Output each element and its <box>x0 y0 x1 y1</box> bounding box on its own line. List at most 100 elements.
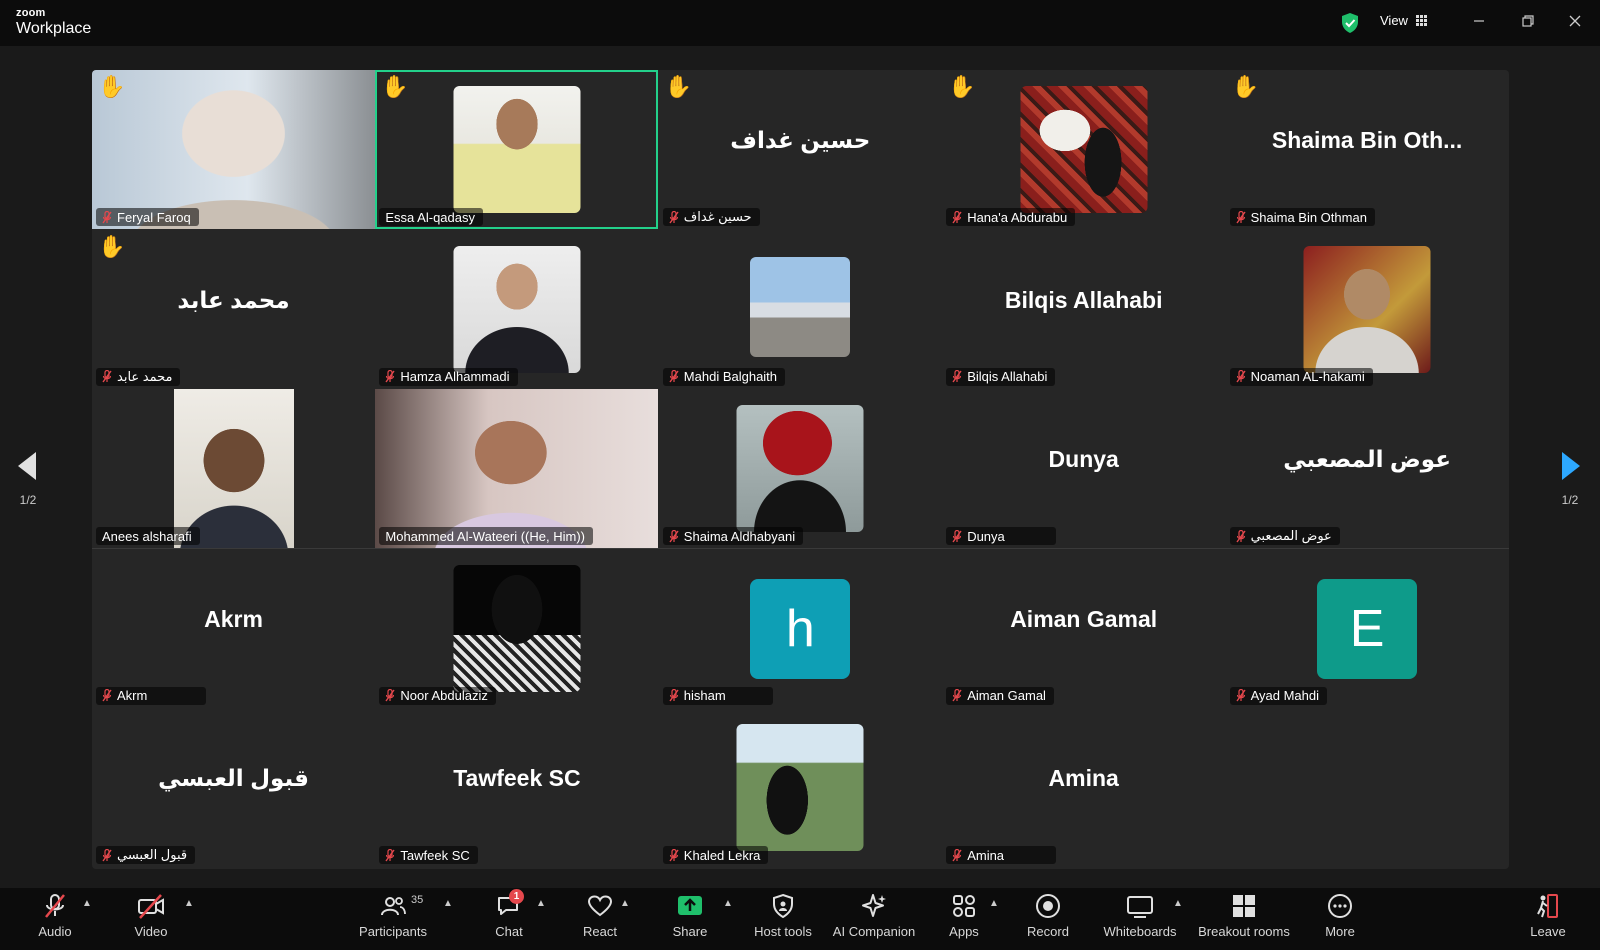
participant-tile[interactable]: Khaled Lekra <box>659 708 942 867</box>
participant-tile[interactable]: Noaman AL-hakami <box>1226 230 1509 389</box>
previous-page-button[interactable]: 1/2 <box>18 452 38 507</box>
mic-muted-icon <box>952 210 962 223</box>
participant-tile[interactable]: ✋ Essa Al-qadasy <box>375 70 659 229</box>
mic-muted-icon <box>669 529 679 543</box>
mic-muted-icon <box>669 210 679 223</box>
participant-tile[interactable]: عوض المصعبي عوض المصعبي <box>1226 389 1509 548</box>
raised-hand-icon: ✋ <box>1231 74 1259 99</box>
participant-tile[interactable]: قبول العبسي قبول العبسي <box>92 708 375 867</box>
participant-tile[interactable]: Tawfeek SC Tawfeek SC <box>375 708 658 867</box>
participant-name-label: Essa Al-qadasy <box>379 208 483 226</box>
app-logo: zoom Workplace <box>16 8 91 37</box>
participant-display-name: قبول العبسي <box>158 765 309 792</box>
participant-tile[interactable]: Amina Amina <box>942 708 1225 867</box>
more-label: More <box>1325 924 1355 939</box>
participant-tile[interactable]: E Ayad Mahdi <box>1226 549 1509 708</box>
whiteboards-button[interactable]: Whiteboards <box>1103 888 1177 950</box>
participant-tile[interactable]: Bilqis Allahabi Bilqis Allahabi <box>942 230 1225 389</box>
participant-name-label: Anees alsharafi <box>96 527 200 546</box>
share-label: Share <box>672 924 708 939</box>
mic-muted-icon <box>952 689 962 702</box>
apps-button[interactable]: Apps <box>944 888 984 950</box>
participant-name-label: Dunya <box>946 527 1057 546</box>
participant-name: محمد عابد <box>117 368 173 384</box>
next-page-button[interactable]: 1/2 <box>1560 452 1580 507</box>
audio-button[interactable]: Audio <box>34 888 76 950</box>
view-button[interactable]: View <box>1380 13 1427 28</box>
participants-icon <box>381 897 406 916</box>
apps-icon <box>953 895 975 917</box>
participant-video <box>736 405 864 533</box>
encryption-shield-icon[interactable] <box>1340 12 1360 34</box>
brand-top: zoom <box>16 7 46 19</box>
chat-label: Chat <box>495 924 523 939</box>
participant-video <box>1020 86 1148 213</box>
breakout-rooms-button[interactable]: Breakout rooms <box>1198 888 1290 950</box>
participant-tile[interactable]: ✋ Shaima Bin Oth... Shaima Bin Othman <box>1226 70 1509 229</box>
participant-video <box>453 564 581 692</box>
participants-button[interactable]: 35 Participants <box>357 888 429 950</box>
mic-muted-icon <box>45 894 65 918</box>
share-options-chevron-icon[interactable]: ▲ <box>723 898 733 909</box>
audio-label: Audio <box>38 924 72 939</box>
raised-hand-icon: ✋ <box>664 74 693 99</box>
react-options-chevron-icon[interactable]: ▲ <box>620 898 630 909</box>
participant-tile[interactable]: Noor Abdulaziz <box>375 549 658 708</box>
title-bar: zoom Workplace View <box>0 0 1600 46</box>
participant-tile[interactable]: Anees alsharafi <box>92 389 375 549</box>
close-button[interactable] <box>1560 9 1590 35</box>
participant-name-label: Mohammed Al-Wateeri ((He, Him)) <box>379 527 593 546</box>
participants-options-chevron-icon[interactable]: ▲ <box>443 898 453 909</box>
video-options-chevron-icon[interactable]: ▲ <box>184 898 194 909</box>
apps-options-chevron-icon[interactable]: ▲ <box>989 898 999 909</box>
react-label: React <box>583 924 617 939</box>
participant-display-name: Tawfeek SC <box>453 765 581 792</box>
share-button[interactable]: Share <box>670 888 710 950</box>
restore-button[interactable] <box>1513 9 1543 35</box>
participant-tile[interactable]: Dunya Dunya <box>942 389 1225 548</box>
chat-options-chevron-icon[interactable]: ▲ <box>536 898 546 909</box>
participant-name-label: Amina <box>946 846 1057 865</box>
participant-tile[interactable]: ✋ محمد عابد محمد عابد <box>92 230 375 389</box>
participant-tile[interactable]: Akrm Akrm <box>92 549 375 708</box>
participant-tile[interactable]: Shaima Aldhabyani <box>659 389 942 548</box>
mic-muted-icon <box>952 370 962 383</box>
participant-name-label: Noaman AL-hakami <box>1229 367 1373 386</box>
participant-name-label: Tawfeek SC <box>379 846 478 865</box>
mic-muted-icon <box>102 848 112 862</box>
participant-tile[interactable]: Mohammed Al-Wateeri ((He, Him)) <box>375 389 659 549</box>
more-button[interactable]: More <box>1320 888 1360 950</box>
leave-button[interactable]: Leave <box>1528 888 1568 950</box>
whiteboards-options-chevron-icon[interactable]: ▲ <box>1173 898 1183 909</box>
record-button[interactable]: Record <box>1026 888 1070 950</box>
host-shield-icon <box>773 893 793 919</box>
mic-muted-icon <box>1236 529 1246 543</box>
participant-tile[interactable]: ✋ Feryal Faroq <box>92 70 375 229</box>
participant-name-label: Aiman Gamal <box>946 686 1054 705</box>
host-tools-label: Host tools <box>754 924 812 939</box>
participant-name: Tawfeek SC <box>400 847 470 863</box>
minimize-button[interactable] <box>1464 9 1494 35</box>
participant-tile[interactable]: ✋ Hana'a Abdurabu <box>942 70 1225 229</box>
breakout-rooms-label: Breakout rooms <box>1198 924 1290 939</box>
participant-tile[interactable]: Aiman Gamal Aiman Gamal <box>942 549 1225 708</box>
participant-tile[interactable]: h hisham <box>659 549 942 708</box>
audio-options-chevron-icon[interactable]: ▲ <box>82 898 92 909</box>
view-label: View <box>1380 13 1408 28</box>
video-button[interactable]: Video <box>128 888 174 950</box>
host-tools-button[interactable]: Host tools <box>752 888 814 950</box>
participant-video <box>736 724 864 852</box>
ai-companion-button[interactable]: AI Companion <box>831 888 917 950</box>
participant-tile[interactable]: Hamza Alhammadi <box>375 230 658 389</box>
chat-button[interactable]: 1 Chat <box>491 888 527 950</box>
video-off-icon <box>138 894 164 919</box>
participant-tile[interactable]: Mahdi Balghaith <box>659 230 942 389</box>
participant-name: Noor Abdulaziz <box>400 688 488 704</box>
page-indicator-left: 1/2 <box>19 493 37 507</box>
participant-name: Mahdi Balghaith <box>683 369 778 385</box>
whiteboards-label: Whiteboards <box>1103 924 1177 939</box>
participant-name: Khaled Lekra <box>683 847 761 863</box>
participant-tile[interactable]: ✋ حسين غداف حسين غداف <box>659 70 942 229</box>
react-button[interactable]: React <box>580 888 620 950</box>
apps-label: Apps <box>949 924 979 939</box>
